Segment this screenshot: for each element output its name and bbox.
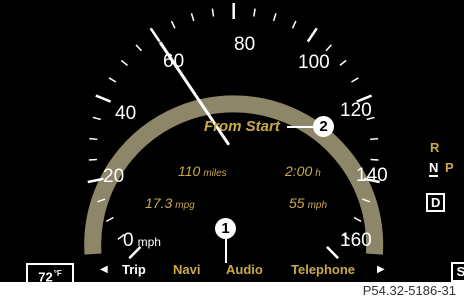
- speed-label-140: 140: [356, 165, 388, 186]
- gear-n: N: [429, 160, 439, 177]
- speed-label-40: 40: [115, 103, 137, 124]
- speed-unit: mph: [137, 235, 161, 249]
- speed-label-60: 60: [163, 51, 185, 72]
- tick-105: [325, 44, 332, 52]
- tick-160: [326, 245, 340, 260]
- trip-distance: 110 miles: [178, 163, 227, 179]
- tick-130: [370, 137, 379, 141]
- tick-55: [135, 44, 142, 52]
- right-edge-indicator: S: [451, 262, 464, 282]
- tick-110: [339, 59, 347, 67]
- callout-1-leader: [225, 239, 227, 263]
- callout-2: 2: [313, 116, 334, 137]
- menu-item-navi[interactable]: Navi: [173, 262, 200, 277]
- tick-45: [108, 77, 117, 83]
- tick-70: [190, 13, 195, 22]
- gear-r: R: [430, 140, 440, 155]
- callout-1: 1: [215, 218, 236, 239]
- tick-35: [92, 116, 101, 121]
- speed-label-80: 80: [234, 34, 256, 55]
- tick-50: [120, 59, 128, 67]
- tick-115: [351, 77, 359, 83]
- tick-95: [291, 20, 297, 29]
- speed-label-0: 0 mph: [123, 230, 161, 251]
- instrument-cluster-display: 0 mph 20 40 60 80 100 120 140 160 From St…: [0, 0, 464, 282]
- tick-75: [211, 8, 215, 17]
- trip-time: 2:00 h: [285, 163, 321, 179]
- outside-temperature: 72°F: [26, 263, 74, 282]
- speed-label-100: 100: [298, 52, 330, 73]
- speed-label-160: 160: [340, 230, 372, 251]
- tick-60: [149, 27, 161, 43]
- figure-code: P54.32-5186-31: [362, 283, 456, 298]
- tick-100: [306, 27, 318, 43]
- trip-consumption: 17.3 mpg: [145, 195, 195, 211]
- trip-title: From Start: [204, 118, 280, 135]
- callout-2-leader: [287, 126, 313, 128]
- tick-150: [353, 216, 362, 222]
- menu-item-audio[interactable]: Audio: [226, 262, 263, 277]
- tick-10: [105, 216, 114, 222]
- triangle-left-icon[interactable]: ◀: [100, 264, 108, 275]
- tick-90: [272, 13, 277, 22]
- triangle-right-icon[interactable]: ▶: [377, 264, 385, 275]
- tick-40: [95, 94, 112, 103]
- gear-d-selected: D: [426, 193, 446, 212]
- speed-label-120: 120: [340, 100, 372, 121]
- trip-average-speed: 55 mph: [289, 195, 328, 211]
- menu-item-telephone[interactable]: Telephone: [291, 262, 355, 277]
- menu-item-trip[interactable]: Trip: [122, 262, 146, 277]
- speed-label-20: 20: [103, 166, 125, 187]
- tick-85: [253, 8, 256, 17]
- tick-30: [89, 137, 98, 141]
- speedometer-dial: [84, 3, 384, 260]
- tick-65: [170, 20, 176, 29]
- gear-p: P: [445, 160, 454, 175]
